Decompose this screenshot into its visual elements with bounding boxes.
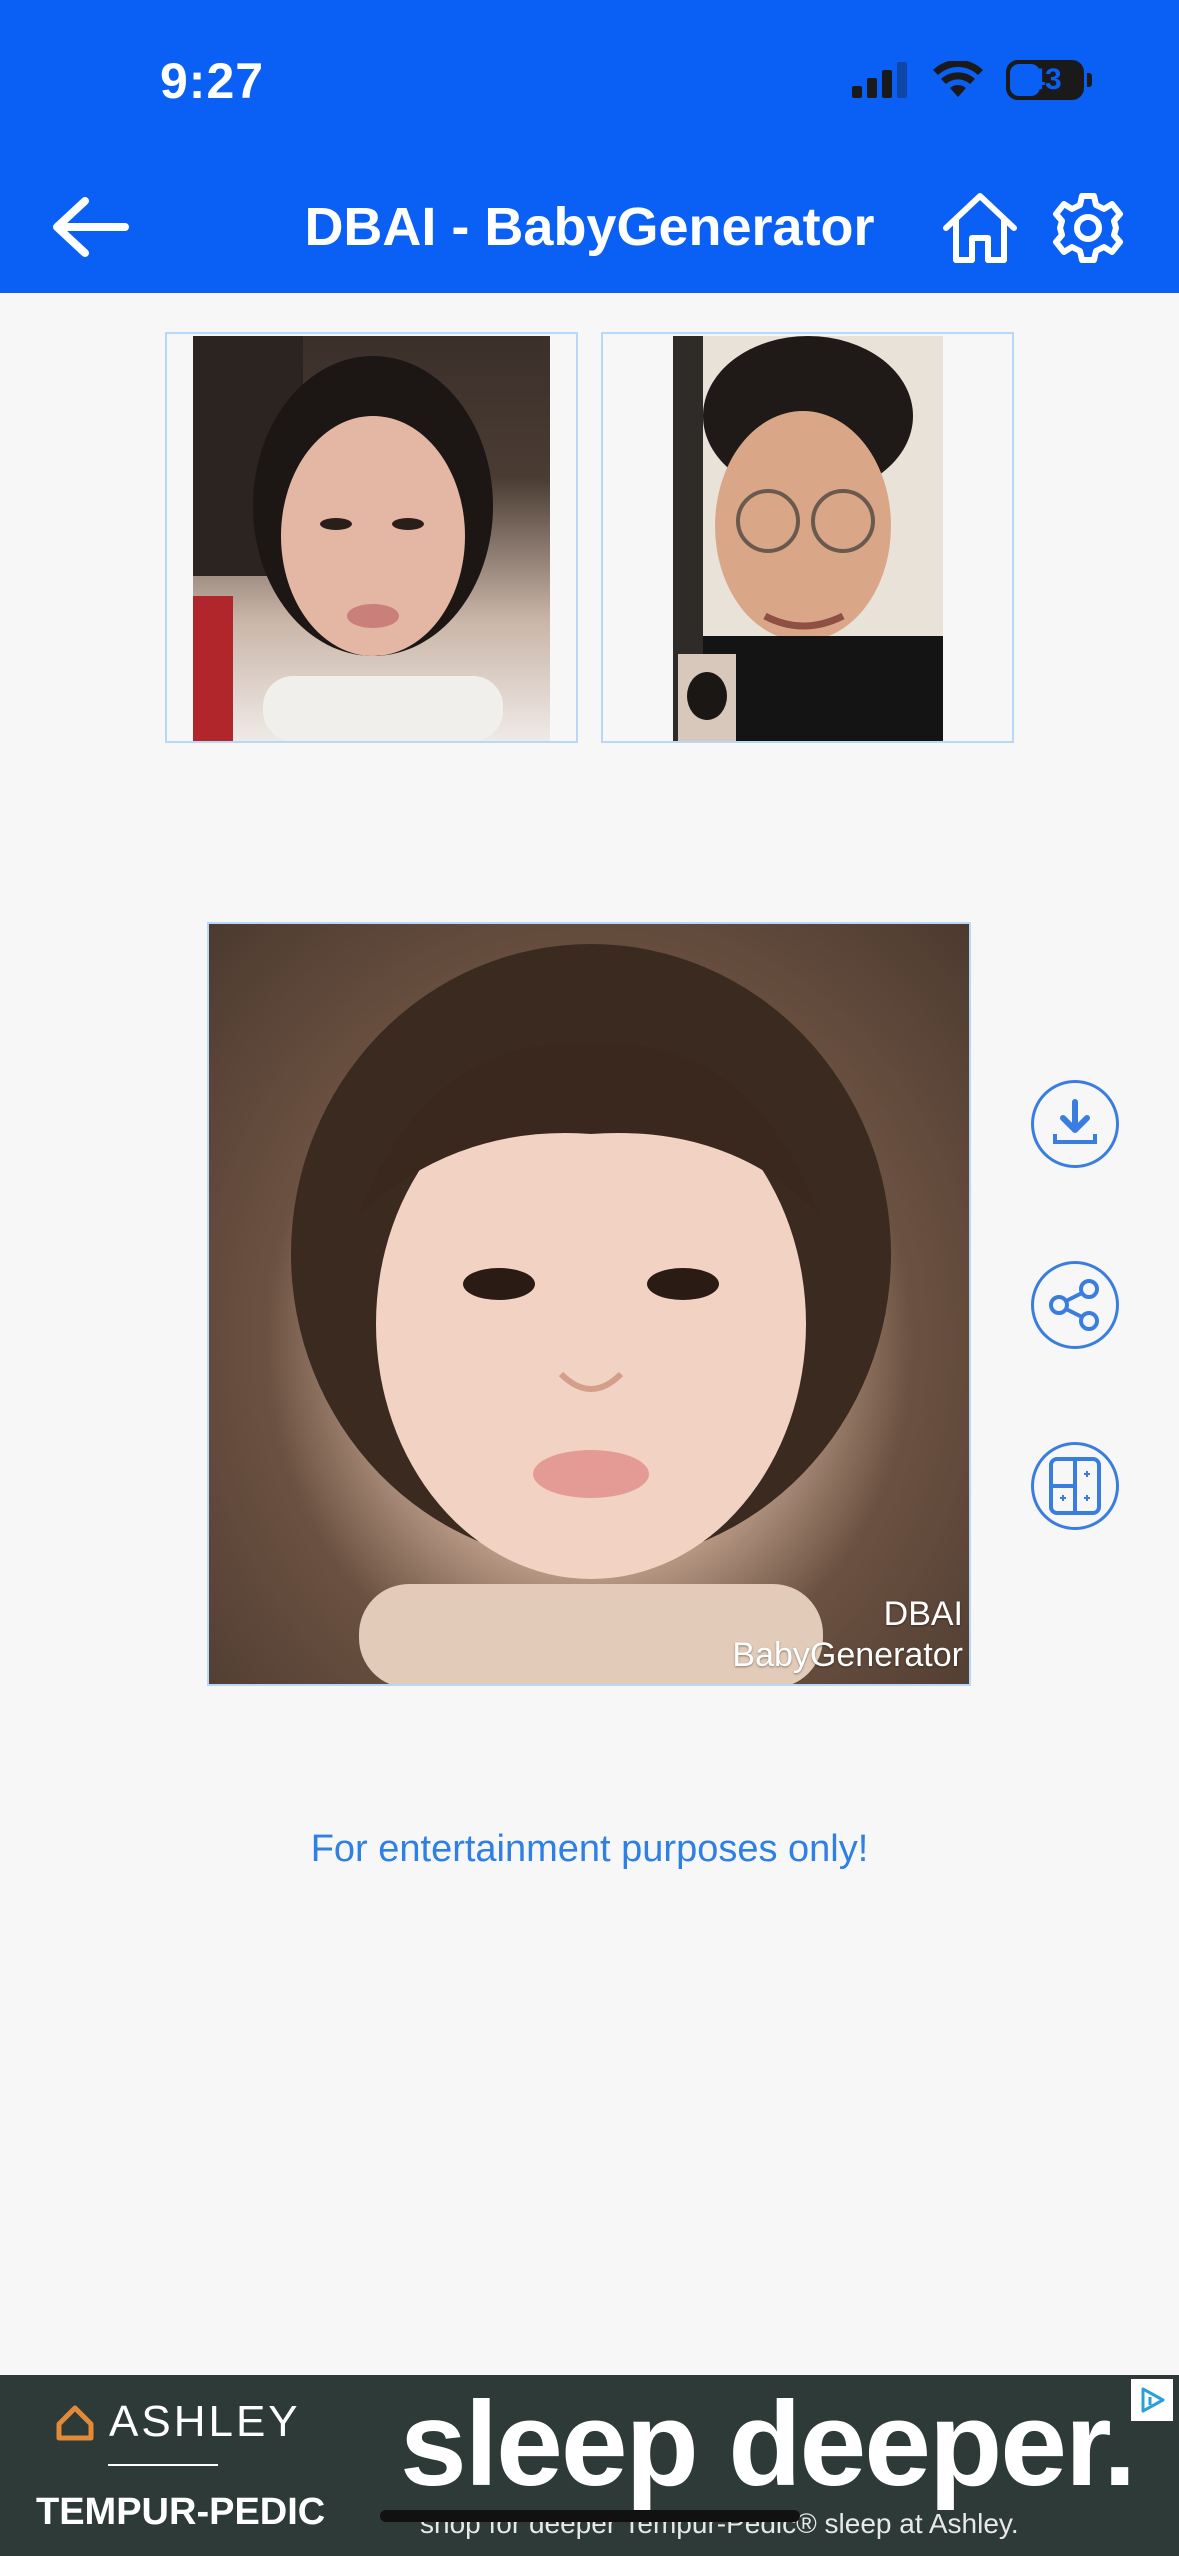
wifi-icon bbox=[933, 61, 983, 97]
status-time: 9:27 bbox=[160, 53, 265, 109]
watermark-line-1: DBAI bbox=[883, 1595, 963, 1633]
ad-brand-tempur: TEMPUR-PEDIC bbox=[36, 2491, 326, 2533]
father-photo bbox=[673, 336, 943, 741]
status-icons: 43 bbox=[852, 60, 1092, 100]
mother-photo bbox=[193, 336, 550, 741]
ad-banner[interactable]: ASHLEY TEMPUR-PEDIC sleep deeper. shop f… bbox=[0, 2375, 1179, 2556]
app-header: 9:27 43 DBAI - BabyGenerator bbox=[0, 0, 1179, 293]
watermark: DBAI BabyGenerator bbox=[732, 1594, 963, 1676]
share-icon bbox=[1049, 1279, 1099, 1331]
compare-layout-icon bbox=[1049, 1457, 1101, 1515]
home-icon bbox=[943, 193, 1017, 263]
mother-portrait-illustration bbox=[193, 336, 503, 741]
generated-baby-image: DBAI BabyGenerator bbox=[207, 922, 971, 1686]
home-indicator[interactable] bbox=[380, 2510, 800, 2522]
baby-portrait-illustration bbox=[291, 944, 891, 1684]
adchoices-icon[interactable] bbox=[1131, 2379, 1173, 2421]
mother-photo-slot[interactable] bbox=[165, 332, 578, 743]
ad-divider bbox=[108, 2464, 218, 2466]
ad-headline: sleep deeper. bbox=[400, 2377, 1136, 2511]
cellular-signal-icon bbox=[852, 62, 907, 98]
ad-brand1-text: ASHLEY bbox=[109, 2397, 301, 2446]
settings-button[interactable] bbox=[1050, 190, 1126, 266]
navigation-bar: DBAI - BabyGenerator bbox=[0, 170, 1179, 280]
adchoices-triangle-icon bbox=[1141, 2387, 1165, 2413]
battery-level-text: 43 bbox=[1028, 63, 1062, 96]
gear-icon bbox=[1053, 193, 1123, 263]
download-button[interactable] bbox=[1031, 1080, 1119, 1168]
home-button[interactable] bbox=[940, 190, 1020, 266]
share-button[interactable] bbox=[1031, 1261, 1119, 1349]
ad-brand-ashley: ASHLEY bbox=[55, 2397, 301, 2447]
battery-indicator: 43 bbox=[1006, 60, 1092, 100]
house-logo-icon bbox=[56, 2405, 94, 2441]
watermark-line-2: BabyGenerator bbox=[732, 1636, 963, 1674]
compare-layout-button[interactable] bbox=[1031, 1442, 1119, 1530]
father-portrait-illustration bbox=[673, 336, 943, 741]
download-icon bbox=[1053, 1099, 1097, 1144]
disclaimer-text: For entertainment purposes only! bbox=[310, 1828, 869, 1870]
father-photo-slot[interactable] bbox=[601, 332, 1014, 743]
